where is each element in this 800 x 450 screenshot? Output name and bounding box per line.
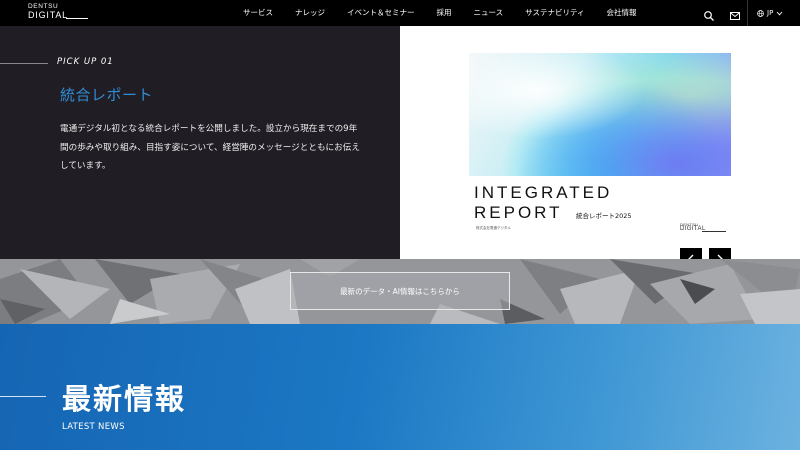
pickup-description: 電通デジタル初となる統合レポートを公開しました。設立から現在までの9年間の歩みや… <box>60 124 360 171</box>
mail-icon[interactable] <box>729 7 741 20</box>
logo-underline <box>66 18 88 19</box>
news-heading: 最新情報 <box>62 382 187 416</box>
report-title-line1: INTEGRATED <box>474 183 613 202</box>
pickup-title-link[interactable]: 統合レポート <box>60 84 153 105</box>
main-nav: サービス ナレッジ イベント＆セミナー 採用 ニュース サステナビリティ 会社情… <box>232 0 648 26</box>
nav-item-sustainability[interactable]: サステナビリティ <box>514 0 595 26</box>
nav-item-knowledge[interactable]: ナレッジ <box>284 0 336 26</box>
report-cover-logo: DENTSU DIGITAL <box>680 222 730 234</box>
nav-item-news[interactable]: ニュース <box>463 0 515 26</box>
news-rule <box>0 396 46 397</box>
pickup-rule <box>0 63 48 64</box>
report-subtitle: 統合レポート2025 <box>576 212 632 220</box>
report-title-line2: REPORT <box>474 203 563 222</box>
report-logo-underline <box>702 231 726 232</box>
nav-item-company[interactable]: 会社情報 <box>596 0 648 26</box>
report-cover-image[interactable]: INTEGRATED REPORT 統合レポート2025 株式会社電通デジタル … <box>400 26 800 270</box>
nav-item-recruit[interactable]: 採用 <box>426 0 463 26</box>
data-ai-banner: 最新のデータ・AI情報はこちらから <box>0 259 800 324</box>
globe-icon <box>757 9 764 17</box>
search-icon[interactable] <box>703 7 715 21</box>
header-divider <box>747 0 748 26</box>
nav-item-services[interactable]: サービス <box>232 0 284 26</box>
cover-gradient-artwork <box>469 53 731 176</box>
chevron-down-icon <box>776 11 783 15</box>
pickup-carousel: PICK UP 01 統合レポート 電通デジタル初となる統合レポートを公開しまし… <box>0 26 800 270</box>
nav-item-events[interactable]: イベント＆セミナー <box>336 0 426 26</box>
data-ai-link-button[interactable]: 最新のデータ・AI情報はこちらから <box>290 272 510 310</box>
news-subheading: LATEST NEWS <box>62 422 125 432</box>
pickup-label: PICK UP 01 <box>57 57 114 67</box>
language-selector[interactable]: JP <box>757 0 786 26</box>
report-company: 株式会社電通デジタル <box>476 226 511 230</box>
logo-text-bottom: DIGITAL <box>28 10 68 20</box>
pickup-text-panel: PICK UP 01 統合レポート 電通デジタル初となる統合レポートを公開しまし… <box>0 26 400 259</box>
site-header: DENTSU DIGITAL サービス ナレッジ イベント＆セミナー 採用 ニュ… <box>0 0 800 26</box>
site-logo[interactable]: DENTSU DIGITAL <box>28 3 90 23</box>
latest-news-section: 最新情報 LATEST NEWS <box>0 324 800 450</box>
language-label: JP <box>767 9 774 17</box>
